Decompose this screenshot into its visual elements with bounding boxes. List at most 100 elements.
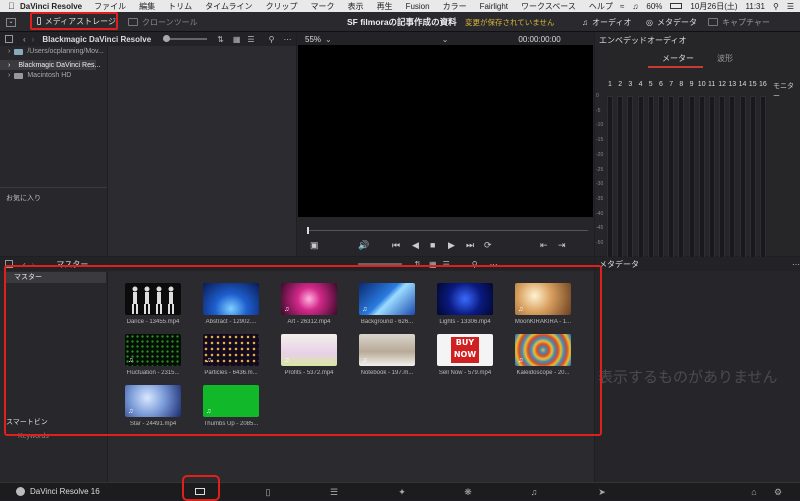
volume-icon[interactable]: 🔊: [334, 240, 392, 251]
chevron-right-icon: ›: [8, 72, 11, 79]
more-options-icon[interactable]: ⋯: [792, 260, 800, 269]
storage-icon: [37, 17, 41, 25]
viewer-dropdown-icon[interactable]: ⌄: [442, 35, 449, 44]
search-icon[interactable]: ⚲: [269, 35, 275, 44]
deliver-page-icon[interactable]: ➤: [596, 487, 608, 497]
monitor-icon[interactable]: ▣: [310, 240, 334, 251]
menu-fairlight[interactable]: Fairlight: [480, 2, 508, 11]
channel-number: 9: [689, 81, 694, 88]
search-icon[interactable]: ⚲: [773, 2, 779, 11]
sort-icon[interactable]: ⇅: [217, 35, 224, 44]
menubar-time[interactable]: 11:31: [746, 2, 765, 11]
back-icon[interactable]: ‹: [23, 35, 26, 44]
channel-number: 2: [618, 81, 623, 88]
channel-number: 5: [648, 81, 653, 88]
menu-list-icon[interactable]: ☰: [787, 2, 794, 11]
tab-meter-underline: [648, 66, 703, 68]
play-reverse-icon[interactable]: ◀: [412, 240, 430, 251]
menu-trim[interactable]: トリム: [168, 1, 192, 12]
channel-meter: [668, 96, 675, 258]
menubar-date[interactable]: 10月26日(土): [690, 1, 737, 12]
menu-mark[interactable]: マーク: [311, 1, 335, 12]
menu-clip[interactable]: クリップ: [266, 1, 298, 12]
media-page-icon[interactable]: [194, 487, 206, 497]
menu-help[interactable]: ヘルプ: [589, 1, 613, 12]
zoom-level[interactable]: 55%: [305, 35, 321, 44]
metadata-label: メタデータ: [656, 17, 697, 27]
jump-start-icon[interactable]: ⏮: [392, 240, 412, 251]
volume-icon[interactable]: ♫: [632, 2, 638, 11]
stop-icon[interactable]: ■: [430, 240, 448, 251]
forward-icon[interactable]: ›: [32, 35, 35, 44]
channel-meter: [688, 96, 695, 258]
capture-label: キャプチャー: [722, 17, 770, 27]
color-page-icon[interactable]: ❋: [462, 487, 474, 497]
storage-item-resolve[interactable]: › Blackmagic DaVinci Res...: [0, 60, 100, 70]
viewer-screen[interactable]: [298, 45, 593, 217]
battery-icon[interactable]: [670, 3, 683, 9]
menu-timeline[interactable]: タイムライン: [205, 1, 252, 12]
fusion-page-icon[interactable]: ✦: [396, 487, 408, 497]
jump-end-icon[interactable]: ⏭: [466, 240, 484, 251]
zoom-slider-handle[interactable]: [163, 35, 171, 42]
menu-playback[interactable]: 再生: [377, 1, 393, 12]
wifi-icon[interactable]: ≈: [620, 2, 624, 11]
menu-view[interactable]: 表示: [348, 1, 364, 12]
loop-icon[interactable]: ⟳: [484, 240, 540, 251]
media-pool-highlight: [4, 265, 602, 436]
edit-page-icon[interactable]: ☰: [328, 487, 340, 497]
db-label: -25: [596, 166, 604, 173]
channel-number: 12: [718, 81, 726, 88]
db-label: -45: [596, 225, 604, 232]
menu-fusion[interactable]: Fusion: [406, 2, 430, 11]
mark-out-icon[interactable]: ⇥: [558, 240, 566, 251]
grid-view-icon[interactable]: ▦: [233, 35, 241, 44]
fairlight-page-icon[interactable]: ♫: [528, 487, 540, 497]
tab-meter[interactable]: メーター: [662, 53, 694, 64]
storage-path-title: Blackmagic DaVinci Resolve: [42, 34, 152, 44]
playhead[interactable]: [307, 227, 309, 234]
sidebar-toggle-icon[interactable]: [5, 35, 13, 43]
media-storage-button[interactable]: メディアストレージ: [30, 12, 118, 30]
main-toolbar: ⌄ メディアストレージ クローンツール SF filmoraの記事作成の資料 変…: [0, 12, 800, 32]
viewer-controls: ▣ 🔊 ⏮ ◀ ■ ▶ ⏭ ⟳ ⇤ ⇥: [310, 240, 566, 251]
panel-toggle-button[interactable]: ⌄: [6, 14, 20, 30]
clone-tool-button[interactable]: クローンツール: [128, 14, 198, 30]
chevron-down-icon[interactable]: ⌄: [325, 35, 332, 44]
channel-number: 8: [679, 81, 684, 88]
apple-icon[interactable]: : [8, 1, 20, 11]
storage-browser: [108, 46, 296, 256]
menu-workspace[interactable]: ワークスペース: [521, 1, 576, 12]
audio-button[interactable]: ♫ オーディオ: [582, 14, 631, 30]
media-storage-label: メディアストレージ: [44, 16, 116, 26]
more-options-icon[interactable]: ⋯: [283, 35, 291, 44]
mark-in-icon[interactable]: ⇤: [540, 240, 558, 251]
dropdown-icon: ⌄: [6, 17, 16, 27]
home-icon[interactable]: ⌂: [748, 487, 760, 497]
metadata-button[interactable]: ◎ メタデータ: [646, 14, 697, 30]
capture-icon: [708, 18, 718, 26]
db-label: -40: [596, 210, 604, 217]
channel-number: 10: [697, 81, 706, 88]
scrubber-track[interactable]: [308, 230, 588, 231]
battery-percent[interactable]: 60%: [646, 2, 662, 11]
zoom-slider[interactable]: [163, 35, 208, 42]
cut-page-icon[interactable]: ▯: [262, 487, 274, 497]
capture-button[interactable]: キャプチャー: [708, 14, 770, 30]
menu-color[interactable]: カラー: [443, 1, 467, 12]
settings-icon[interactable]: ⚙: [772, 487, 784, 497]
channel-number: 13: [728, 81, 737, 88]
menu-file[interactable]: ファイル: [94, 1, 126, 12]
app-menu[interactable]: DaVinci Resolve: [20, 2, 82, 11]
metadata-header: メタデータ ⋯: [595, 257, 800, 271]
storage-item-macintosh-hd[interactable]: › Macintosh HD: [8, 72, 71, 79]
list-view-icon[interactable]: ☰: [247, 35, 254, 44]
menu-edit[interactable]: 編集: [139, 1, 155, 12]
mac-menubar:  DaVinci Resolve ファイル 編集 トリム タイムライン クリッ…: [0, 0, 800, 12]
storage-item-users[interactable]: › /Users/ocplanning/Mov...: [8, 48, 104, 55]
tab-waveform[interactable]: 波形: [717, 53, 733, 64]
channel-meter: [698, 96, 705, 258]
channel-meter: [719, 96, 726, 258]
play-icon[interactable]: ▶: [448, 240, 466, 251]
channel-meter: [729, 96, 736, 258]
